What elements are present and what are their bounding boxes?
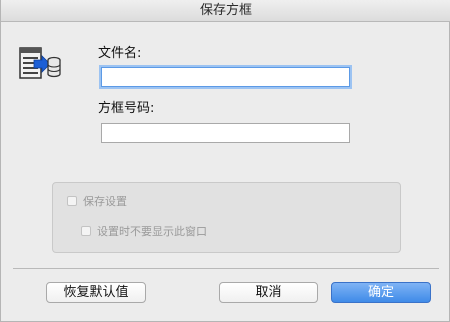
restore-defaults-button[interactable]: 恢复默认值 bbox=[46, 282, 146, 303]
filename-label: 文件名: bbox=[98, 46, 142, 61]
settings-group: 保存设置 设置时不要显示此窗口 bbox=[52, 182, 401, 253]
window-title: 保存方框 bbox=[1, 0, 450, 22]
save-settings-checkbox[interactable]: 保存设置 bbox=[67, 193, 127, 209]
save-box-dialog: 保存方框 文件名: 方框号码: 保存设置 设置时不要显示此窗口 恢复默认值 取消… bbox=[0, 0, 450, 322]
box-number-input[interactable] bbox=[101, 123, 350, 143]
dont-show-checkbox[interactable]: 设置时不要显示此窗口 bbox=[81, 223, 207, 239]
dont-show-label: 设置时不要显示此窗口 bbox=[97, 225, 207, 238]
ok-button[interactable]: 确定 bbox=[331, 282, 431, 303]
filename-input[interactable] bbox=[101, 67, 350, 87]
dont-show-checkbox-box[interactable] bbox=[81, 226, 91, 236]
save-settings-checkbox-box[interactable] bbox=[67, 196, 77, 206]
save-box-icon bbox=[19, 47, 61, 81]
divider bbox=[13, 268, 439, 269]
save-settings-label: 保存设置 bbox=[83, 195, 127, 208]
cancel-button[interactable]: 取消 bbox=[219, 282, 318, 303]
box-number-label: 方框号码: bbox=[98, 101, 155, 116]
